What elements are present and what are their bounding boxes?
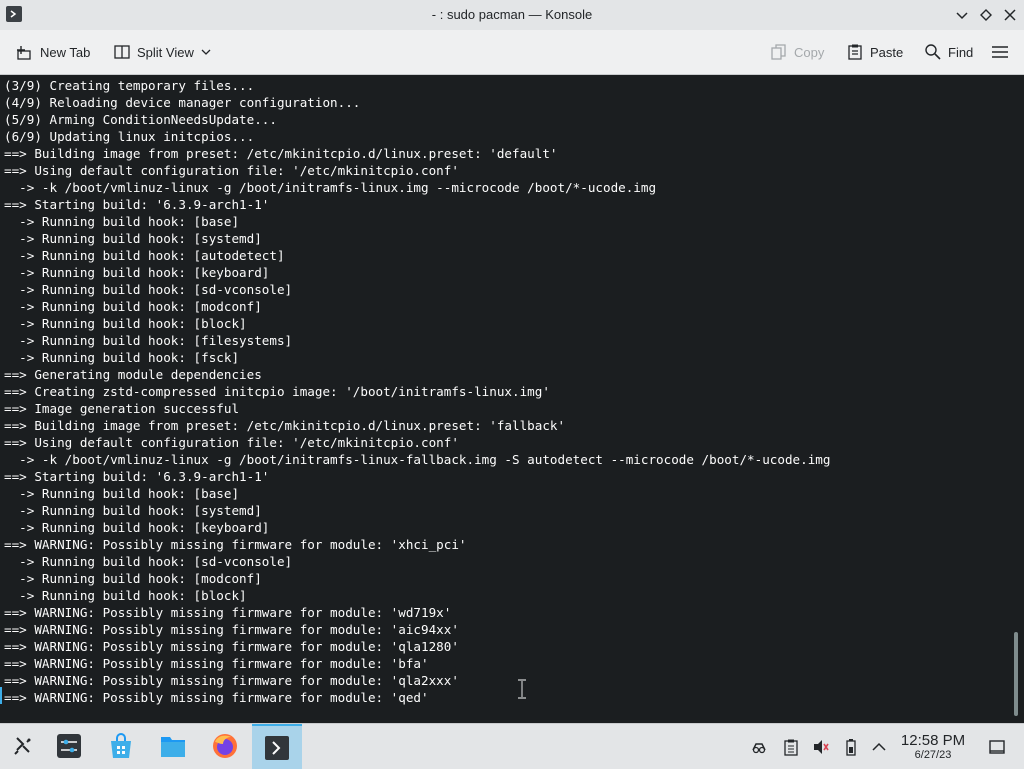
terminal-line: -> -k /boot/vmlinuz-linux -g /boot/initr… [4,180,657,195]
terminal-line: ==> Using default configuration file: '/… [4,435,459,450]
terminal-line: ==> Starting build: '6.3.9-arch1-1' [4,197,270,212]
terminal-line: ==> WARNING: Possibly missing firmware f… [4,673,459,688]
split-view-button[interactable]: Split View [113,38,212,66]
paste-label: Paste [870,44,904,60]
split-view-icon [114,45,130,59]
text-cursor-icon [518,679,526,699]
hamburger-menu-button[interactable] [990,38,1010,66]
new-tab-label: New Tab [40,44,91,60]
terminal-line: -> Running build hook: [base] [4,214,240,229]
terminal-scrollbar[interactable] [1008,75,1024,723]
clock-time: 12:58 PM [900,732,966,749]
clock-date: 6/27/23 [914,749,952,761]
show-desktop-icon[interactable] [988,738,1006,756]
terminal-output: (3/9) Creating temporary files... (4/9) R… [4,77,830,706]
chevron-up-icon[interactable] [870,738,888,756]
game-controller-icon[interactable] [750,738,768,756]
folder-icon [161,737,185,757]
clipboard-icon[interactable] [782,738,800,756]
terminal-line: ==> Building image from preset: /etc/mki… [4,146,558,161]
minimize-button[interactable] [954,7,970,23]
digital-clock[interactable]: 12:58 PM 6/27/23 [892,732,974,762]
terminal-line: (4/9) Reloading device manager configura… [4,95,361,110]
terminal-line: ==> WARNING: Possibly missing firmware f… [4,537,467,552]
dolphin-task[interactable] [150,724,196,769]
find-button[interactable]: Find [924,38,973,66]
firefox-icon [213,734,237,758]
terminal-line: -> Running build hook: [keyboard] [4,265,270,280]
close-icon [1004,9,1016,21]
terminal-line: ==> Creating zstd-compressed initcpio im… [4,384,550,399]
terminal-line: -> Running build hook: [modconf] [4,571,262,586]
terminal-line: ==> Image generation successful [4,401,240,416]
scrollbar-thumb[interactable] [1014,632,1018,716]
terminal-line: (3/9) Creating temporary files... [4,78,255,93]
terminal-line: (5/9) Arming ConditionNeedsUpdate... [4,112,277,127]
volume-muted-icon[interactable] [812,738,830,756]
chevron-down-icon [956,12,968,20]
terminal-line: ==> Building image from preset: /etc/mki… [4,418,566,433]
settings-sliders-icon [57,734,81,758]
terminal-icon [265,736,289,760]
hamburger-menu-icon [992,46,1008,58]
split-view-label: Split View [137,44,194,60]
copy-icon [771,44,786,60]
application-launcher-button[interactable] [0,724,46,769]
search-icon [925,44,941,60]
terminal-line: ==> Generating module dependencies [4,367,262,382]
terminal-line: -> Running build hook: [filesystems] [4,333,293,348]
window-titlebar[interactable]: - : sudo pacman — Konsole [0,0,1024,30]
kde-launcher-icon [14,737,31,755]
copy-label: Copy [794,44,825,60]
paste-icon [848,44,862,60]
terminal-line: -> Running build hook: [sd-vconsole] [4,282,293,297]
shopping-bag-icon [111,733,131,758]
terminal-line: -> Running build hook: [block] [4,588,247,603]
terminal-line: -> Running build hook: [block] [4,316,247,331]
taskbar: 12:58 PM 6/27/23 [0,723,1024,769]
diamond-icon [980,9,992,21]
terminal-line: ==> Starting build: '6.3.9-arch1-1' [4,469,270,484]
find-label: Find [948,44,974,60]
terminal-line: -> Running build hook: [systemd] [4,503,262,518]
battery-icon[interactable] [842,738,860,756]
firefox-task[interactable] [202,724,248,769]
paste-button[interactable]: Paste [846,38,903,66]
close-button[interactable] [1002,7,1018,23]
maximize-button[interactable] [978,7,994,23]
copy-button[interactable]: Copy [770,38,824,66]
terminal-line: ==> WARNING: Possibly missing firmware f… [4,656,429,671]
chevron-down-icon [201,49,211,55]
terminal-line: -> -k /boot/vmlinuz-linux -g /boot/initr… [4,452,831,467]
terminal-line: -> Running build hook: [keyboard] [4,520,270,535]
system-settings-task[interactable] [46,724,92,769]
konsole-task[interactable] [252,724,302,769]
terminal-line: ==> Using default configuration file: '/… [4,163,459,178]
terminal-line: -> Running build hook: [base] [4,486,240,501]
new-tab-icon [17,46,31,60]
window-title: - : sudo pacman — Konsole [431,7,593,22]
terminal-line-marker [0,687,2,704]
terminal-line: ==> WARNING: Possibly missing firmware f… [4,690,429,705]
terminal-line: ==> WARNING: Possibly missing firmware f… [4,639,459,654]
terminal-view[interactable]: (3/9) Creating temporary files... (4/9) R… [0,75,1024,723]
new-tab-button[interactable]: New Tab [16,38,90,66]
terminal-line: -> Running build hook: [fsck] [4,350,240,365]
toolbar: New Tab Split View Copy Paste Find [0,30,1024,75]
terminal-line: -> Running build hook: [sd-vconsole] [4,554,293,569]
terminal-line: -> Running build hook: [systemd] [4,231,262,246]
terminal-line: ==> WARNING: Possibly missing firmware f… [4,605,452,620]
terminal-line: -> Running build hook: [autodetect] [4,248,285,263]
terminal-line: -> Running build hook: [modconf] [4,299,262,314]
discover-task[interactable] [98,724,144,769]
terminal-line: ==> WARNING: Possibly missing firmware f… [4,622,459,637]
terminal-line: (6/9) Updating linux initcpios... [4,129,255,144]
